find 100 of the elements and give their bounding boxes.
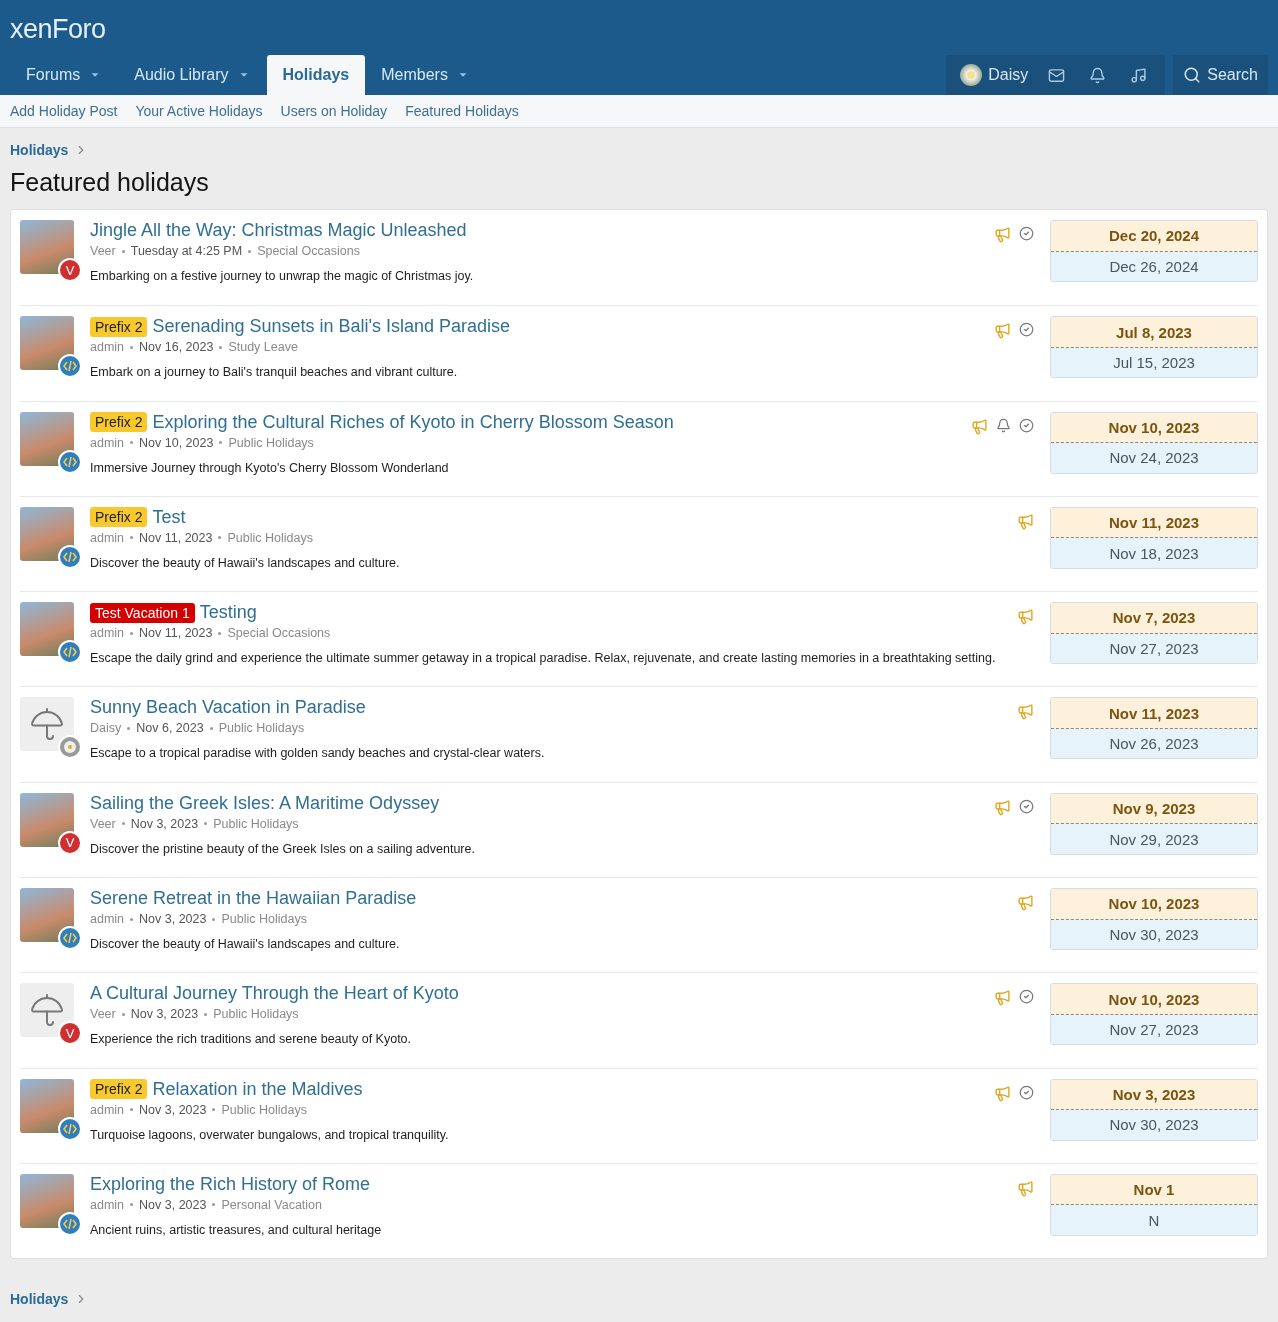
start-date: Nov 7, 2023 [1051, 603, 1257, 634]
user-initial-avatar: V [58, 258, 82, 282]
separator-dot [212, 917, 216, 921]
prefix-label: Prefix 2 [90, 507, 148, 528]
separator-dot [130, 631, 134, 635]
holiday-title-link[interactable]: Test [152, 506, 186, 528]
holiday-title-link[interactable]: Sailing the Greek Isles: A Maritime Odyssey [90, 792, 440, 814]
holiday-description: Escape to a tropical paradise with golden sandy beaches and crystal-clear waters. [90, 745, 546, 762]
user-initial-avatar: V [58, 830, 82, 855]
holiday-description: Discover the beauty of Hawaii's landscapes and culture. [90, 554, 401, 571]
start-date: Nov 10, 2023 [1051, 889, 1257, 920]
category-link[interactable]: Study Leave [228, 340, 298, 355]
author-name[interactable]: admin [90, 530, 125, 545]
nav-tab[interactable]: Members [365, 55, 486, 95]
holiday-title-link[interactable]: Exploring the Cultural Riches of Kyoto in Cherry Blossom Season [152, 411, 674, 433]
category-link[interactable]: Personal Vacation [221, 1197, 322, 1212]
post-date: Nov 10, 2023 [139, 435, 214, 450]
category-link[interactable]: Public Holidays [221, 912, 307, 927]
holiday-title-link[interactable]: Serene Retreat in the Hawaiian Paradise [90, 888, 417, 910]
post-date: Tuesday at 4:25 PM [130, 244, 243, 258]
holiday-description: Embarking on a festive journey to unwrap the magic of Christmas joy. [90, 268, 475, 284]
category-link[interactable]: Public Holidays [228, 435, 314, 450]
author-name[interactable]: admin [90, 626, 125, 641]
separator-dot [130, 917, 134, 921]
start-date: Nov 3, 2023 [1051, 1079, 1257, 1111]
category-link[interactable]: Special Occasions [257, 244, 360, 258]
start-date: Nov 11, 2023 [1051, 507, 1257, 539]
post-date: Nov 3, 2023 [130, 816, 199, 831]
separator-dot [248, 249, 252, 253]
end-date: Dec 26, 2024 [1051, 251, 1257, 281]
author-name[interactable]: admin [90, 1102, 125, 1117]
search-button[interactable]: Search [1173, 55, 1268, 95]
user-avatar [960, 64, 983, 86]
holiday-title-link[interactable]: Exploring the Rich History of Rome [90, 1173, 371, 1195]
end-date: Nov 24, 2023 [1051, 443, 1257, 473]
user-initial-avatar: V [58, 1021, 82, 1046]
holiday-description: Escape the daily grind and experience the ultimate summer getaway in a tropical paradise. Relax, rejuvenate, and create lasting memories in a breathtaking setting. [90, 650, 997, 667]
post-date: Nov 11, 2023 [139, 626, 213, 641]
author-name[interactable]: admin [90, 340, 125, 355]
holiday-title-link[interactable]: Jingle All the Way: Christmas Magic Unleashed [90, 220, 467, 241]
start-date: Nov 10, 2023 [1051, 412, 1257, 444]
holiday-title-link[interactable]: Sunny Beach Vacation in Paradise [90, 697, 366, 719]
breadcrumb-link[interactable]: Holidays [10, 142, 69, 158]
holiday-description: Embark on a journey to Bali's tranquil beaches and vibrant culture. [90, 364, 459, 381]
separator-dot [212, 1203, 216, 1207]
category-link[interactable]: Public Holidays [213, 1007, 299, 1022]
sub-nav-link[interactable]: Users on Holiday [280, 103, 388, 119]
post-date: Nov 11, 2023 [139, 530, 213, 545]
separator-dot [121, 822, 125, 826]
author-name[interactable]: admin [90, 435, 125, 450]
sub-nav-link[interactable]: Featured Holidays [405, 103, 519, 119]
holiday-title-link[interactable]: Testing [199, 602, 257, 624]
separator-dot [212, 1108, 216, 1112]
author-name[interactable]: admin [90, 1197, 125, 1212]
holiday-description: Experience the rich traditions and serene beauty of Kyoto. [90, 1031, 413, 1048]
holiday-title-link[interactable]: Relaxation in the Maldives [152, 1078, 363, 1100]
nav-tab[interactable]: Forums [10, 55, 119, 95]
start-date: Nov 1 [1051, 1174, 1257, 1206]
code-avatar-icon [58, 449, 82, 474]
holiday-title-link[interactable]: Serenading Sunsets in Bali's Island Paradise [152, 316, 511, 338]
category-link[interactable]: Public Holidays [227, 530, 313, 545]
author-name[interactable]: Veer [90, 1007, 116, 1022]
separator-dot [121, 1012, 125, 1016]
category-link[interactable]: Public Holidays [221, 1102, 307, 1117]
separator-dot [130, 1203, 134, 1207]
end-date: N [1051, 1205, 1257, 1235]
author-name[interactable]: Daisy [90, 721, 122, 736]
author-name[interactable]: Veer [90, 244, 116, 258]
category-link[interactable]: Special Occasions [227, 626, 331, 641]
separator-dot [127, 727, 131, 730]
holiday-title-link[interactable]: A Cultural Journey Through the Heart of Kyoto [90, 983, 459, 1005]
post-date: Nov 3, 2023 [130, 1007, 199, 1022]
category-link[interactable]: Public Holidays [218, 721, 305, 736]
breadcrumb-link[interactable]: Holidays [10, 1291, 69, 1308]
start-date: Dec 20, 2024 [1051, 221, 1257, 252]
holiday-description: Discover the beauty of Hawaii's landscapes and culture. [90, 936, 401, 953]
separator-dot [219, 441, 223, 445]
sub-nav-link[interactable]: Add Holiday Post [10, 103, 118, 119]
end-date: Jul 15, 2023 [1051, 347, 1257, 378]
start-date: Nov 9, 2023 [1051, 793, 1257, 825]
author-name[interactable]: Veer [90, 816, 116, 831]
separator-dot [121, 249, 125, 253]
nav-tab[interactable]: Audio Library [118, 55, 267, 95]
end-date: Nov 29, 2023 [1051, 824, 1257, 854]
author-name[interactable]: admin [90, 912, 125, 927]
post-date: Nov 3, 2023 [139, 912, 207, 927]
end-date: Nov 27, 2023 [1051, 633, 1257, 664]
end-date: Nov 27, 2023 [1051, 1014, 1257, 1045]
post-date: Nov 16, 2023 [139, 340, 214, 355]
sub-nav-link[interactable]: Your Active Holidays [135, 103, 263, 119]
nav-tab[interactable]: Holidays [266, 55, 366, 95]
end-date: Nov 30, 2023 [1051, 919, 1257, 950]
separator-dot [218, 631, 222, 635]
site-logo[interactable]: xenForo [10, 0, 1268, 45]
category-link[interactable]: Public Holidays [213, 816, 299, 831]
user-menu-link[interactable]: Daisy [952, 64, 1037, 86]
separator-dot [130, 441, 134, 445]
end-date: Nov 26, 2023 [1051, 729, 1257, 759]
page-title: Featured holidays [10, 168, 210, 197]
prefix-label: Prefix 2 [90, 1079, 148, 1100]
